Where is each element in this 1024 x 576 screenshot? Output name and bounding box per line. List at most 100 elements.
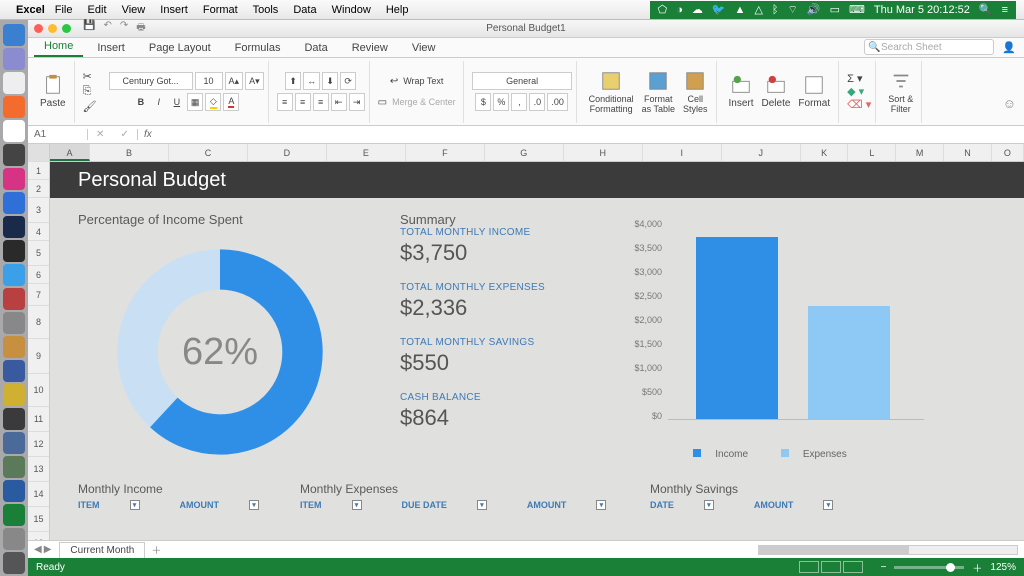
col-header[interactable]: G [485,144,564,161]
accept-formula-icon[interactable]: ✓ [121,129,129,140]
autosum-button[interactable]: Σ ▾ [847,72,871,85]
col-header[interactable]: L [848,144,896,161]
align-left-button[interactable]: ≡ [277,93,293,111]
paste-button[interactable]: Paste [36,72,70,111]
filter-icon[interactable]: ▾ [352,500,362,510]
cell-styles-button[interactable]: Cell Styles [679,68,712,116]
col-header[interactable]: J [722,144,801,161]
minimize-button[interactable] [48,24,57,33]
align-top-button[interactable]: ⬆ [285,72,301,90]
print-icon[interactable]: 🖶 [136,20,145,37]
tab-insert[interactable]: Insert [87,39,135,57]
underline-button[interactable]: U [169,93,185,111]
row-header[interactable]: 1 [28,162,49,180]
row-header[interactable]: 10 [28,374,49,407]
row-header[interactable]: 13 [28,457,49,482]
zoom-in-button[interactable]: ＋ [972,560,982,575]
dock-word[interactable] [3,480,25,502]
redo-icon[interactable]: ↷ [120,20,128,37]
col-header[interactable]: B [90,144,169,161]
col-header[interactable]: N [944,144,992,161]
col-header[interactable]: C [169,144,248,161]
dock-chrome[interactable] [3,120,25,142]
row-header[interactable]: 16 [28,532,49,540]
zoom-level[interactable]: 125% [990,562,1016,573]
zoom-slider[interactable] [894,566,964,569]
filter-icon[interactable]: ▾ [249,500,259,510]
menu-file[interactable]: File [55,4,73,16]
row-header[interactable]: 6 [28,266,49,284]
col-header[interactable]: D [248,144,327,161]
insert-cells-button[interactable]: Insert [725,72,758,111]
undo-icon[interactable]: ↶ [103,20,111,37]
format-cells-button[interactable]: Format [794,72,834,111]
dock-appstore[interactable] [3,192,25,214]
tab-view[interactable]: View [402,39,446,57]
copy-icon[interactable]: ⎘ [83,85,97,98]
menu-format[interactable]: Format [203,4,238,16]
filter-icon[interactable]: ▾ [130,500,140,510]
dock-trash[interactable] [3,552,25,574]
dock-twitter[interactable] [3,264,25,286]
view-buttons[interactable] [799,561,863,573]
format-table-button[interactable]: Format as Table [638,68,679,116]
italic-button[interactable]: I [151,93,167,111]
cancel-formula-icon[interactable]: ✕ [96,129,104,140]
filter-icon[interactable]: ▾ [596,500,606,510]
shrink-font-button[interactable]: A▾ [245,72,264,90]
volume-icon[interactable]: 🔊 [807,3,821,16]
share-icon[interactable]: 👤 [1000,38,1018,56]
row-header[interactable]: 2 [28,180,49,198]
row-header[interactable]: 7 [28,284,49,306]
row-header[interactable]: 12 [28,432,49,457]
col-header[interactable]: A [50,144,90,161]
align-center-button[interactable]: ≡ [295,93,311,111]
row-header[interactable]: 11 [28,407,49,432]
horizontal-scrollbar[interactable] [758,545,1018,555]
cond-formatting-button[interactable]: Conditional Formatting [585,68,638,116]
grow-font-button[interactable]: A▴ [225,72,244,90]
wifi-icon[interactable]: ⌔ [788,3,798,17]
align-mid-button[interactable]: ↔ [303,72,320,90]
percent-button[interactable]: % [493,93,509,111]
dock-firefox[interactable] [3,96,25,118]
sheet-next-icon[interactable]: ▶ [44,544,52,555]
row-header[interactable]: 15 [28,507,49,532]
align-bot-button[interactable]: ⬇ [322,72,338,90]
cloud-icon[interactable]: ☁ [692,3,703,16]
col-header[interactable]: O [992,144,1024,161]
zoom-button[interactable] [62,24,71,33]
onedrive-icon[interactable]: ◑ [676,4,683,16]
sheet-prev-icon[interactable]: ◀ [34,544,42,555]
save-icon[interactable]: 💾 [83,20,95,37]
dock-settings[interactable] [3,528,25,550]
bold-button[interactable]: B [133,93,149,111]
delete-cells-button[interactable]: Delete [758,72,795,111]
currency-button[interactable]: $ [475,93,491,111]
sheet-tab-current[interactable]: Current Month [59,542,145,558]
search-sheet-input[interactable]: 🔍Search Sheet [864,39,994,55]
clock[interactable]: Thu Mar 5 20:12:52 [874,4,970,16]
sort-filter-button[interactable]: Sort & Filter [884,68,917,116]
close-button[interactable] [34,24,43,33]
font-color-button[interactable]: A [223,93,239,111]
notifications-icon[interactable]: ≡ [1002,4,1008,16]
indent-dec-button[interactable]: ⇤ [331,93,347,111]
name-box[interactable]: A1 [28,129,88,140]
dock-app6[interactable] [3,336,25,358]
menu-window[interactable]: Window [332,4,371,16]
keyboard-icon[interactable]: ⌨ [849,3,865,16]
bluetooth-icon[interactable]: ᛒ [772,4,779,16]
filter-icon[interactable]: ▾ [704,500,714,510]
merge-center-button[interactable]: Merge & Center [389,93,459,111]
row-header[interactable]: 5 [28,241,49,266]
wrap-text-button[interactable]: Wrap Text [400,72,446,90]
dock-app3[interactable] [3,144,25,166]
clear-button[interactable]: ⌫ ▾ [847,98,871,111]
menu-data[interactable]: Data [293,4,316,16]
col-header[interactable]: M [896,144,944,161]
dock-lightroom[interactable] [3,240,25,262]
spotlight-icon[interactable]: 🔍 [979,3,993,16]
gdrive-icon[interactable]: △ [754,3,762,16]
fill-button[interactable]: ◆ ▾ [847,85,871,98]
